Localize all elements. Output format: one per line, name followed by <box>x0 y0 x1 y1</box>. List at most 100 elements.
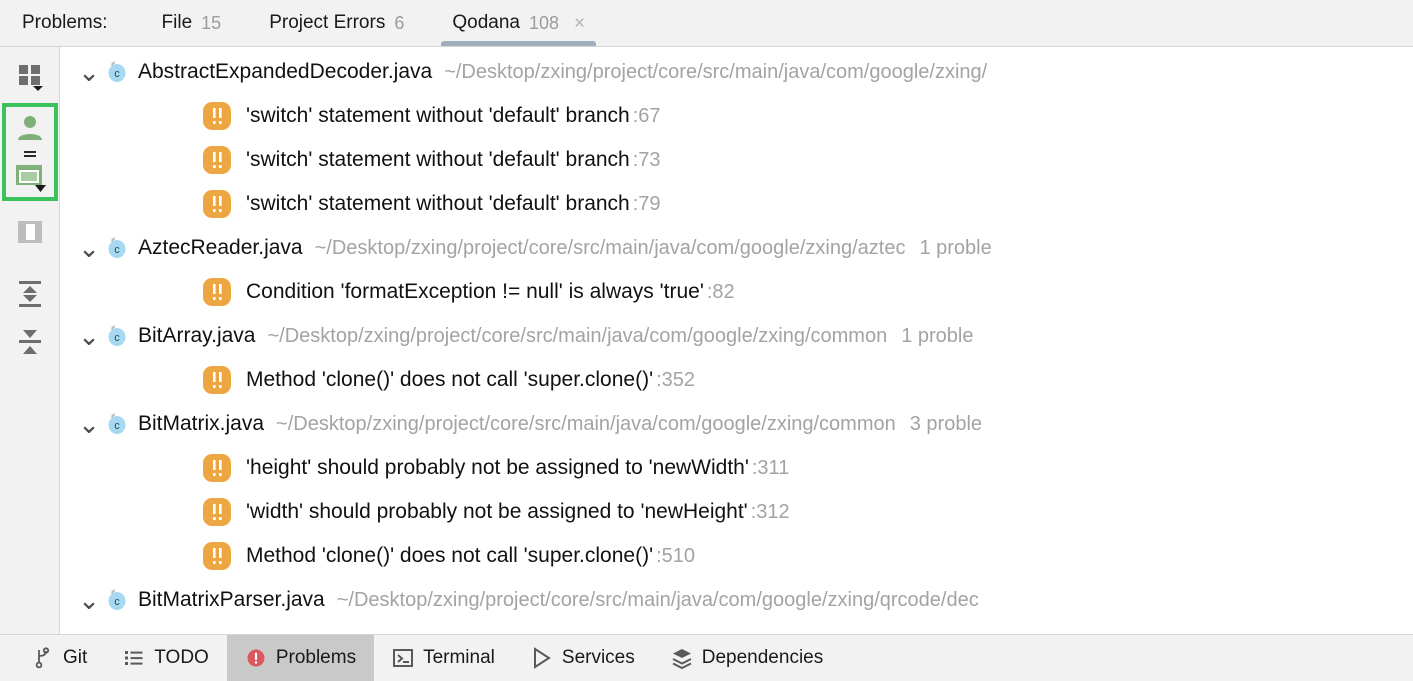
toolwindow-button-todo[interactable]: TODO <box>105 635 227 681</box>
file-path: ~/Desktop/zxing/project/core/src/main/ja… <box>336 588 979 611</box>
tree-problem-row[interactable]: 'height' should probably not be assigned… <box>60 446 1413 490</box>
tab-file[interactable]: File 15 <box>138 0 246 46</box>
warning-icon <box>202 365 236 395</box>
problems-tool-window: Problems: File 15 Project Errors 6 Qodana 108… <box>0 0 1413 681</box>
problem-description: Method 'clone()' does not call 'super.cl… <box>246 544 654 567</box>
tree-file-row[interactable]: ⌄ c BitArray.java ~/Desktop/zxing/project/c… <box>60 314 1413 358</box>
tab-count-badge: 108 <box>528 12 560 33</box>
close-icon[interactable]: × <box>574 14 585 33</box>
problem-line-number: :311 <box>751 456 790 479</box>
tree-file-row[interactable]: ⌄ c BitMatrixParser.java ~/Desktop/zxing/pr… <box>60 578 1413 622</box>
problems-tree[interactable]: ⌄ c AbstractExpandedDecoder.java ~/Desktop/… <box>60 47 1413 634</box>
tree-problem-row[interactable]: 'switch' statement without 'default' bra… <box>60 138 1413 182</box>
problem-description: Method 'clone()' does not call 'super.cl… <box>246 368 654 391</box>
problem-count: 1 proble <box>919 236 992 259</box>
tree-problem-row[interactable]: 'switch' statement without 'default' bra… <box>60 182 1413 226</box>
person-icon[interactable] <box>7 111 53 145</box>
equals-separator-icon <box>7 147 53 161</box>
chevron-down-icon[interactable]: ⌄ <box>76 587 102 613</box>
warning-icon <box>202 541 236 571</box>
tab-label: Project Errors <box>269 12 386 33</box>
toolwindow-button-dependencies[interactable]: Dependencies <box>653 635 841 681</box>
tree-problem-row[interactable]: Method 'clone()' does not call 'super.cl… <box>60 534 1413 578</box>
file-path: ~/Desktop/zxing/project/core/src/main/ja… <box>444 60 988 83</box>
warning-icon <box>202 497 236 527</box>
tree-problem-row[interactable]: Condition 'formatException != null' is a… <box>60 270 1413 314</box>
severity-filter-group[interactable] <box>1 103 58 201</box>
problem-line-number: :79 <box>632 192 661 215</box>
file-name: BitMatrixParser.java <box>138 588 325 611</box>
chevron-down-icon[interactable]: ⌄ <box>76 59 102 85</box>
chevron-down-icon[interactable]: ⌄ <box>76 411 102 437</box>
problem-description: 'height' should probably not be assigned… <box>246 456 749 479</box>
preview-window-icon[interactable] <box>7 161 53 195</box>
problem-description: 'switch' statement without 'default' bra… <box>246 104 630 127</box>
svg-text:c: c <box>114 68 120 80</box>
todo-list-icon <box>123 647 145 669</box>
problem-line-number: :82 <box>706 280 735 303</box>
split-panel-icon[interactable] <box>6 209 54 255</box>
problem-description: 'switch' statement without 'default' bra… <box>246 192 630 215</box>
problem-line-number: :67 <box>632 104 661 127</box>
tab-label: Qodana <box>452 12 520 33</box>
svg-text:c: c <box>114 420 120 432</box>
warning-icon <box>202 277 236 307</box>
problem-description: Condition 'formatException != null' is a… <box>246 280 704 303</box>
warning-icon <box>202 145 236 175</box>
problem-description: 'switch' statement without 'default' bra… <box>246 148 630 171</box>
tab-count-badge: 6 <box>394 12 405 33</box>
toolwindow-button-label: Terminal <box>423 647 495 668</box>
tree-file-row[interactable]: ⌄ c BitMatrix.java ~/Desktop/zxing/project/… <box>60 402 1413 446</box>
grid-view-icon[interactable] <box>6 53 54 99</box>
warning-icon <box>202 101 236 131</box>
toolwindow-button-services[interactable]: Services <box>513 635 653 681</box>
file-name: AztecReader.java <box>138 236 303 259</box>
file-name: BitArray.java <box>138 324 256 347</box>
svg-text:c: c <box>114 332 120 344</box>
toolwindow-button-label: TODO <box>154 647 209 668</box>
problem-line-number: :73 <box>632 148 661 171</box>
dependencies-layers-icon <box>671 647 693 669</box>
problem-description: 'width' should probably not be assigned … <box>246 500 748 523</box>
chevron-down-icon[interactable]: ⌄ <box>76 323 102 349</box>
toolwindow-button-label: Problems <box>275 647 357 668</box>
tab-project-errors[interactable]: Project Errors 6 <box>245 0 428 46</box>
java-class-icon: c <box>102 235 132 261</box>
chevron-down-icon[interactable]: ⌄ <box>76 235 102 261</box>
problem-line-number: :352 <box>656 368 696 391</box>
file-path: ~/Desktop/zxing/project/core/src/main/ja… <box>276 412 896 435</box>
tree-problem-row[interactable]: 'switch' statement without 'default' bra… <box>60 94 1413 138</box>
tab-qodana[interactable]: Qodana 108 × <box>428 0 609 46</box>
warning-icon <box>202 189 236 219</box>
svg-text:c: c <box>114 244 120 256</box>
problems-tab-bar: Problems: File 15 Project Errors 6 Qodana 108… <box>0 0 1413 47</box>
panel-title: Problems: <box>22 12 108 33</box>
file-path: ~/Desktop/zxing/project/core/src/main/ja… <box>267 324 888 347</box>
java-class-icon: c <box>102 59 132 85</box>
tree-file-row[interactable]: ⌄ c AbstractExpandedDecoder.java ~/Desktop/… <box>60 50 1413 94</box>
java-class-icon: c <box>102 587 132 613</box>
problems-body: ⌄ c AbstractExpandedDecoder.java ~/Desktop/… <box>0 47 1413 634</box>
collapse-all-icon[interactable] <box>6 319 54 365</box>
tree-file-row[interactable]: ⌄ c AztecReader.java ~/Desktop/zxing/projec… <box>60 226 1413 270</box>
toolwindow-button-git[interactable]: Git <box>14 635 105 681</box>
services-play-icon <box>531 647 553 669</box>
tool-window-bar: Git TODO Problems Terminal Services Dependenc… <box>0 634 1413 681</box>
problem-count: 3 proble <box>909 412 983 435</box>
file-name: AbstractExpandedDecoder.java <box>138 60 433 83</box>
toolwindow-button-label: Dependencies <box>701 647 824 668</box>
file-name: BitMatrix.java <box>138 412 265 435</box>
tree-problem-row[interactable]: 'width' should probably not be assigned … <box>60 490 1413 534</box>
svg-text:c: c <box>114 596 120 608</box>
tab-label: File <box>161 12 193 33</box>
toolwindow-button-label: Services <box>561 647 635 668</box>
expand-all-icon[interactable] <box>6 271 54 317</box>
tree-problem-row[interactable]: Method 'clone()' does not call 'super.cl… <box>60 358 1413 402</box>
problem-line-number: :312 <box>750 500 790 523</box>
toolwindow-button-terminal[interactable]: Terminal <box>374 635 513 681</box>
file-path: ~/Desktop/zxing/project/core/src/main/ja… <box>314 236 906 259</box>
problems-toolbar-rail <box>0 47 60 634</box>
toolwindow-button-problems[interactable]: Problems <box>226 635 375 681</box>
terminal-icon <box>392 647 414 669</box>
tab-count-badge: 15 <box>201 12 222 33</box>
